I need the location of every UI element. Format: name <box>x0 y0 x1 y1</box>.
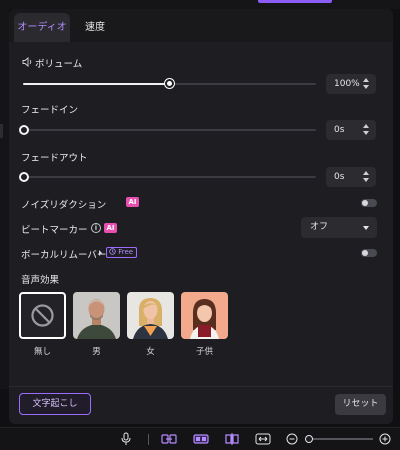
tab-bar: オーディオ 速度 <box>9 9 393 42</box>
zoom-in-icon[interactable] <box>377 432 393 446</box>
info-icon[interactable]: i <box>91 223 101 233</box>
effect-none-label: 無し <box>33 347 51 357</box>
voice-effects-title: 音声効果 <box>21 275 60 286</box>
clock-icon <box>109 248 116 255</box>
chevron-right-icon <box>99 250 102 256</box>
fade-out-stepper-arrows[interactable] <box>362 170 370 184</box>
volume-label: ボリューム <box>35 59 83 70</box>
effect-woman-label: 女 <box>146 347 155 357</box>
fade-in-slider-handle[interactable] <box>18 125 29 135</box>
vocal-remover-toggle[interactable] <box>361 249 377 257</box>
tab-audio[interactable]: オーディオ <box>14 13 70 42</box>
beat-marker-label: ビートマーカー <box>21 225 88 236</box>
bottom-toolbar <box>0 427 400 450</box>
volume-slider[interactable] <box>23 79 316 88</box>
fade-in-slider[interactable] <box>18 125 316 135</box>
top-strip <box>0 0 400 9</box>
vocal-remover-label: ボーカルリムーバー <box>21 250 107 261</box>
noise-reduction-toggle[interactable] <box>361 199 377 207</box>
microphone-icon[interactable] <box>118 432 134 446</box>
effect-man-label: 男 <box>92 347 101 357</box>
effect-woman-tile[interactable] <box>127 292 174 339</box>
none-icon <box>31 304 54 327</box>
woman-portrait <box>127 292 174 339</box>
transcribe-button[interactable]: 文字起こし <box>19 393 91 415</box>
volume-slider-fill <box>23 83 170 85</box>
speaker-icon <box>22 57 32 67</box>
free-badge-text: Free <box>118 248 134 256</box>
left-edge <box>0 9 9 389</box>
effect-child-tile[interactable] <box>181 292 228 339</box>
audio-properties-panel: オーディオ 速度 ボリューム 100% フェードイン 0s フェードアウト 0s… <box>9 9 393 424</box>
vocal-remover-free-badge: Free <box>106 247 138 258</box>
noise-reduction-ai-badge: AI <box>126 197 139 207</box>
fade-in-stepper[interactable]: 0s <box>326 120 376 140</box>
fade-out-label: フェードアウト <box>21 153 88 164</box>
zoom-out-icon[interactable] <box>285 432 301 446</box>
fade-out-value: 0s <box>334 172 345 182</box>
effect-child-label: 子供 <box>195 347 213 357</box>
left-edge-marker <box>0 124 3 138</box>
fade-in-stepper-arrows[interactable] <box>362 123 370 137</box>
link-clip-icon[interactable] <box>161 432 177 446</box>
reset-button[interactable]: リセット <box>335 394 386 415</box>
top-accent-indicator <box>258 0 332 3</box>
chevron-down-icon <box>363 226 369 230</box>
fit-width-icon[interactable] <box>255 432 271 446</box>
fade-out-stepper[interactable]: 0s <box>326 167 376 187</box>
beat-marker-select[interactable]: オフ <box>301 217 377 238</box>
zoom-slider[interactable] <box>305 435 373 443</box>
trim-clip-icon[interactable] <box>224 432 240 446</box>
beat-marker-ai-badge: AI <box>104 223 117 233</box>
child-portrait <box>181 292 228 339</box>
split-clip-icon[interactable] <box>193 432 209 446</box>
fade-out-slider-handle[interactable] <box>18 172 29 182</box>
man-portrait <box>73 292 120 339</box>
effect-man-tile[interactable] <box>73 292 120 339</box>
fade-out-slider[interactable] <box>18 172 316 182</box>
fade-in-value: 0s <box>334 125 345 135</box>
volume-stepper[interactable]: 100% <box>326 74 376 94</box>
zoom-slider-handle[interactable] <box>305 435 313 443</box>
volume-stepper-arrows[interactable] <box>362 77 370 91</box>
tab-speed[interactable]: 速度 <box>75 13 115 42</box>
volume-value: 100% <box>334 79 360 89</box>
toolbar-separator <box>148 434 149 445</box>
beat-marker-select-value: オフ <box>310 222 329 232</box>
noise-reduction-label: ノイズリダクション <box>21 200 107 211</box>
effect-none-tile[interactable] <box>19 292 66 339</box>
fade-in-label: フェードイン <box>21 105 79 116</box>
volume-slider-handle[interactable] <box>165 79 174 88</box>
footer-divider <box>9 386 393 387</box>
